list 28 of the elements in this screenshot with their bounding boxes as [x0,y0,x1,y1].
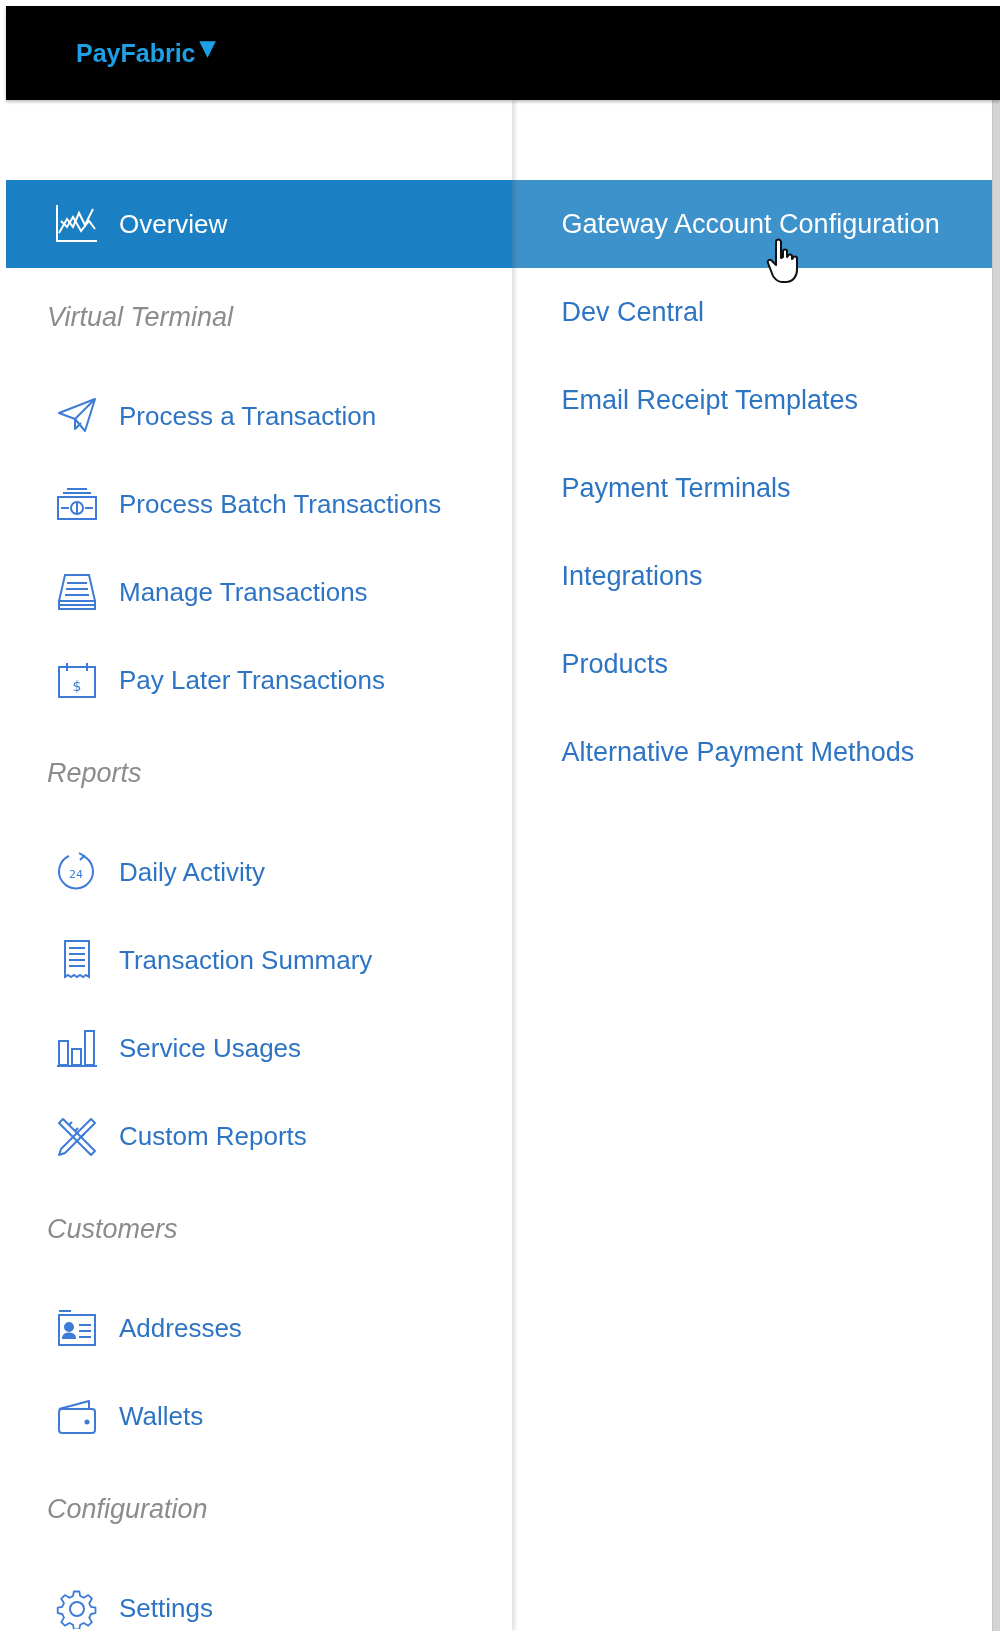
submenu-item[interactable]: Email Receipt Templates [512,356,992,444]
menu-item[interactable]: Settings [6,1564,513,1631]
menu-item[interactable]: Overview [6,180,513,268]
menu-item[interactable]: Addresses [6,1284,513,1372]
menu-item[interactable]: Manage Transactions [6,548,513,636]
section-heading: Configuration [46,1492,209,1526]
section-heading: Reports [46,756,143,790]
menu-item[interactable]: 24 Daily Activity [6,828,513,916]
menu-item[interactable]: $ Pay Later Transactions [6,636,513,724]
submenu-item[interactable]: Payment Terminals [512,444,992,532]
tray-stack-icon [55,571,99,613]
submenu-item[interactable]: Integrations [512,532,992,620]
submenu-item[interactable]: Products [512,620,992,708]
menu-item[interactable]: Service Usages [6,1004,513,1092]
section-heading: Virtual Terminal [46,300,235,334]
section-heading: Customers [46,1212,179,1246]
menu-item[interactable]: Process Batch Transactions [6,460,513,548]
contact-card-icon [55,1307,99,1349]
menu-item[interactable]: Transaction Summary [6,916,513,1004]
submenu-item[interactable]: Alternative Payment Methods [512,708,992,796]
pencil-ruler-icon [55,1115,99,1157]
caret-icon: ▾ [199,32,215,62]
bar-chart-icon [55,1027,99,1069]
submenu-item[interactable]: Dev Central [512,268,992,356]
menu-item[interactable]: Wallets [6,1372,513,1460]
menu-item[interactable]: Custom Reports [6,1092,513,1180]
chart-icon [55,203,99,245]
menu-item[interactable]: Process a Transaction [6,372,513,460]
